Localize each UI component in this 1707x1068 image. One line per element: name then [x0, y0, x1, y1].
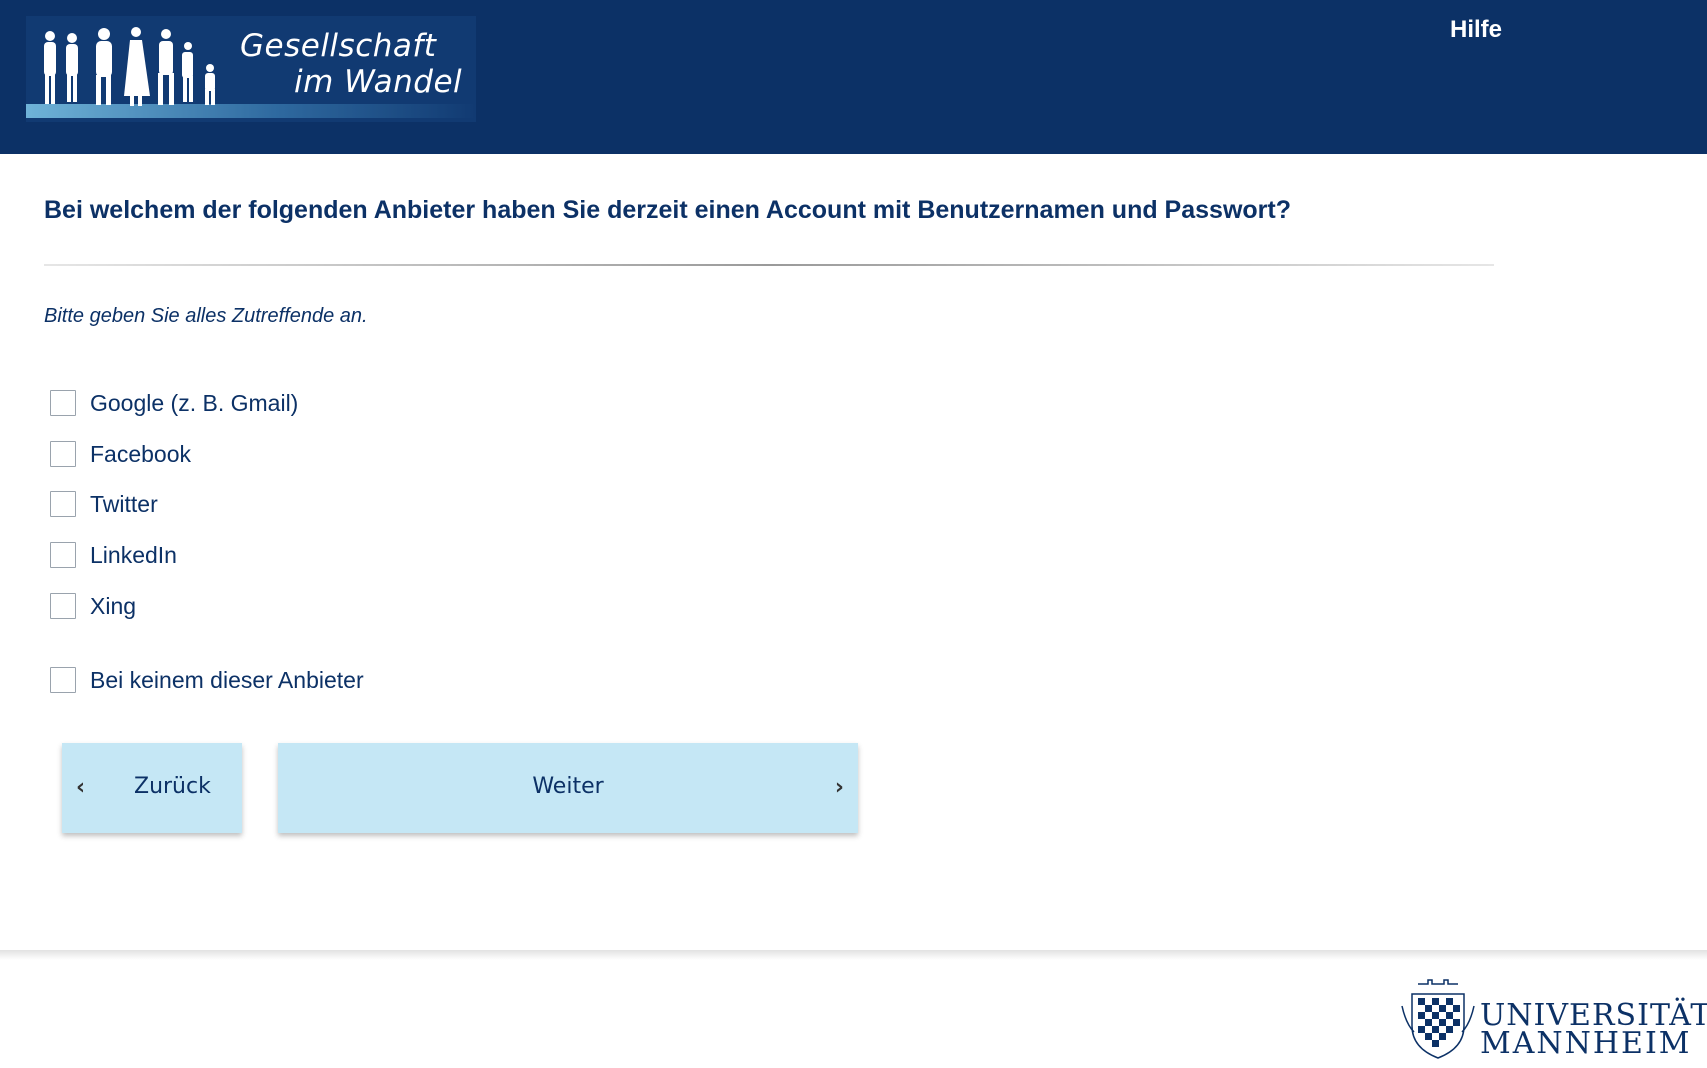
help-link[interactable]: Hilfe: [1450, 16, 1502, 44]
checkbox[interactable]: [50, 491, 76, 517]
logo-title-line2: im Wandel: [294, 64, 463, 100]
option-label[interactable]: Google (z. B. Gmail): [90, 390, 298, 417]
back-button-label: Zurück: [134, 774, 211, 799]
chevron-left-icon: ‹: [76, 775, 86, 800]
checkbox[interactable]: [50, 667, 76, 693]
checkbox[interactable]: [50, 441, 76, 467]
option-label[interactable]: Bei keinem dieser Anbieter: [90, 667, 364, 694]
option-facebook[interactable]: Facebook: [50, 440, 191, 468]
checkbox[interactable]: [50, 593, 76, 619]
option-label[interactable]: LinkedIn: [90, 542, 177, 569]
people-silhouettes-icon: [44, 27, 215, 106]
option-label[interactable]: Xing: [90, 593, 136, 620]
option-label[interactable]: Twitter: [90, 491, 158, 518]
university-crest-icon: [1401, 979, 1475, 1059]
next-button[interactable]: Weiter ›: [278, 743, 858, 833]
option-none[interactable]: Bei keinem dieser Anbieter: [50, 666, 364, 694]
header: Gesellschaft im Wandel Hilfe: [0, 0, 1707, 154]
option-twitter[interactable]: Twitter: [50, 490, 158, 518]
back-button[interactable]: ‹ Zurück: [62, 743, 242, 833]
option-google[interactable]: Google (z. B. Gmail): [50, 389, 298, 417]
checkbox[interactable]: [50, 542, 76, 568]
question-title: Bei welchem der folgenden Anbieter haben…: [44, 196, 1291, 224]
option-label[interactable]: Facebook: [90, 441, 191, 468]
survey-logo: Gesellschaft im Wandel: [26, 16, 476, 122]
checkbox[interactable]: [50, 390, 76, 416]
option-xing[interactable]: Xing: [50, 592, 136, 620]
logo-title-line1: Gesellschaft: [240, 28, 437, 64]
university-name-line2: MANNHEIM: [1480, 1026, 1692, 1061]
university-logo: UNIVERSITÄT MANNHEIM: [1398, 976, 1707, 1062]
chevron-right-icon: ›: [834, 775, 844, 800]
option-linkedin[interactable]: LinkedIn: [50, 541, 177, 569]
next-button-label: Weiter: [532, 774, 604, 799]
divider: [44, 264, 1494, 266]
question-instruction: Bitte geben Sie alles Zutreffende an.: [44, 305, 368, 327]
footer-divider: [0, 950, 1707, 960]
